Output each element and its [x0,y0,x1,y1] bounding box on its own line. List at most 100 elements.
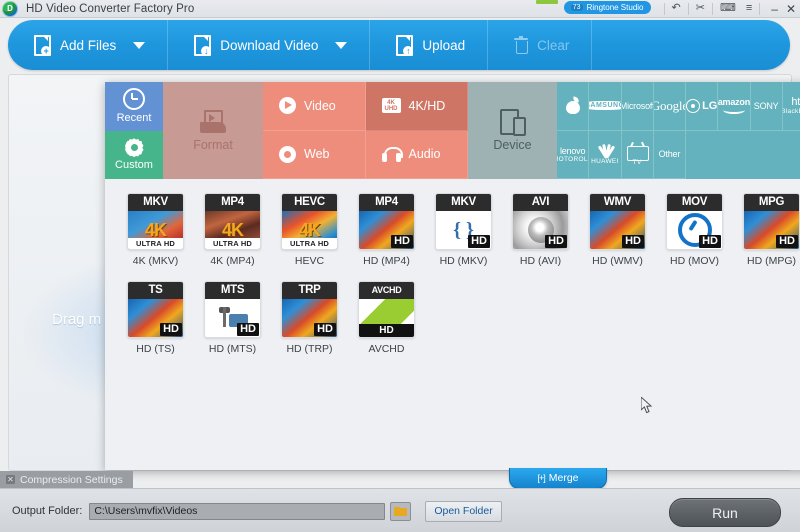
app-logo-icon: D [2,0,18,17]
add-file-icon: + [34,34,51,56]
brand-sony-label: SONY [753,100,779,111]
format-tile[interactable]: MPG HD HD (MPG) [733,193,800,267]
category-device-label: Device [493,138,532,152]
format-tile[interactable]: MKV 4K ULTRA HD 4K (MKV) [117,193,194,267]
download-video-button[interactable]: ↓ Download Video [168,20,371,70]
add-files-button[interactable]: + Add Files [8,20,169,70]
brand-sony[interactable]: SONY [750,82,783,131]
category-format[interactable]: Format [163,82,263,179]
comment-icon[interactable]: ⌨ [720,3,736,14]
brand-tv[interactable]: TV [621,130,654,179]
format-tile[interactable]: MP4 4K ULTRA HD 4K (MP4) [194,193,271,267]
close-icon[interactable]: ✕ [6,475,15,484]
brand-samsung[interactable]: SAMSUNG [589,82,622,131]
format-tile-label: 4K (MP4) [210,255,255,267]
format-hd-overlay: HD [359,324,414,337]
output-format-panel: Recent Custom Format Video 4K UHD 4K/HD … [105,82,800,470]
format-codec-badge: MOV [667,194,722,211]
brand-huawei[interactable]: HUAWEI [589,130,622,179]
format-tile[interactable]: TS HD HD (TS) [117,281,194,355]
ringtone-studio-label: Ringtone Studio [586,3,644,12]
subcategory-video[interactable]: Video [263,82,366,131]
device-brand-grid: SAMSUNG Microsoft Google LG amazon [557,82,800,179]
close-button[interactable]: ✕ [782,3,800,15]
list-icon[interactable]: ≡ [746,3,752,14]
format-thumbnail: MKV 4K ULTRA HD [127,193,184,250]
merge-label: Merge [548,472,579,484]
tv-icon [627,141,650,161]
folder-icon [394,506,408,516]
undo-icon[interactable]: ↶ [672,3,681,14]
add-files-label: Add Files [60,37,117,53]
subcategory-web[interactable]: Web [263,130,366,179]
brand-google[interactable]: Google [653,82,686,131]
merge-button[interactable]: [+] Merge [509,468,607,489]
chevron-down-icon[interactable] [133,41,146,49]
overlay-green-marker [535,0,558,4]
format-tile-label: HEVC [294,255,325,267]
compression-settings-label: Compression Settings [20,473,123,486]
brand-blackberry-label: BlackBerry [782,108,800,116]
merge-icon: [+] [537,473,545,483]
format-tile[interactable]: WMV HD HD (WMV) [579,193,656,267]
run-button[interactable]: Run [669,498,781,527]
brand-motorola-label: MOTOROLA [557,155,588,163]
brand-amazon[interactable]: amazon [718,82,751,131]
format-tile[interactable]: HEVC 4K ULTRA HD HEVC [271,193,348,267]
ringtone-studio-count: 73 [570,4,583,11]
format-ultrahd-overlay: ULTRA HD [128,238,183,249]
subcategory-4k-hd-label: 4K/HD [408,98,446,113]
format-ultrahd-overlay: ULTRA HD [282,238,337,249]
subcategory-4k-hd[interactable]: 4K UHD 4K/HD [365,82,468,131]
brand-microsoft[interactable]: Microsoft [621,82,654,131]
format-tile[interactable]: MTS HD HD (MTS) [194,281,271,355]
browse-folder-button[interactable] [390,501,412,521]
format-thumbnail: MTS HD [204,281,261,338]
format-tile[interactable]: TRP HD HD (TRP) [271,281,348,355]
upload-button[interactable]: ↑ Upload [370,20,489,70]
overlay-divider [663,2,665,15]
format-tile[interactable]: AVI HD HD (AVI) [502,193,579,267]
format-tile[interactable]: MKV{ } HD HD (MKV) [425,193,502,267]
brand-other-label: Other [658,149,681,160]
upload-label: Upload [422,37,466,53]
format-thumbnail: MKV{ } HD [435,193,492,250]
brand-lg[interactable]: LG [686,82,719,131]
chrome-icon [279,145,296,163]
clock-icon [123,88,145,111]
open-folder-button[interactable]: Open Folder [425,500,502,522]
format-codec-badge: WMV [590,194,645,211]
category-recent-label: Recent [116,112,152,125]
chevron-down-icon[interactable] [335,41,348,49]
cut-icon[interactable]: ✂ [696,3,705,14]
brand-other[interactable]: Other [653,130,686,179]
category-device[interactable]: Device [468,82,557,179]
brand-lenovo-motorola[interactable]: lenovo MOTOROLA [557,130,590,179]
format-tile-label: HD (TS) [136,343,175,355]
format-tile[interactable]: AVCHD HD AVCHD [348,281,425,355]
clear-button[interactable]: Clear [488,20,593,70]
format-tile-label: 4K (MKV) [132,255,179,267]
ringtone-studio-pill[interactable]: 73 Ringtone Studio [563,1,651,14]
category-custom[interactable]: Custom [105,130,163,179]
download-file-icon: ↓ [194,34,212,56]
format-tile[interactable]: MOV HD HD (MOV) [656,193,733,267]
output-folder-input[interactable]: C:\Users\mvfix\Videos [89,502,386,520]
minimize-button[interactable]: – [767,3,782,15]
brand-htc-blackberry[interactable]: htc BlackBerry [782,82,800,131]
format-codec-badge: TRP [282,282,337,299]
format-thumbnail: HEVC 4K ULTRA HD [281,193,338,250]
compression-settings-tab[interactable]: ✕ Compression Settings [0,471,133,488]
trash-icon [514,35,529,54]
headphones-icon [381,146,403,162]
brand-apple[interactable] [557,82,590,131]
subcategory-audio[interactable]: Audio [365,130,468,179]
format-category-bar: Recent Custom Format Video 4K UHD 4K/HD … [105,82,800,179]
category-recent[interactable]: Recent [105,82,163,131]
format-hd-overlay: HD [160,323,182,336]
format-codec-badge: TS [128,282,183,299]
format-tile[interactable]: MP4 HD HD (MP4) [348,193,425,267]
overlay-divider [759,2,761,15]
app-window: D HD Video Converter Factory Pro 73 Ring… [0,0,800,532]
format-codec-badge: AVI [513,194,568,211]
